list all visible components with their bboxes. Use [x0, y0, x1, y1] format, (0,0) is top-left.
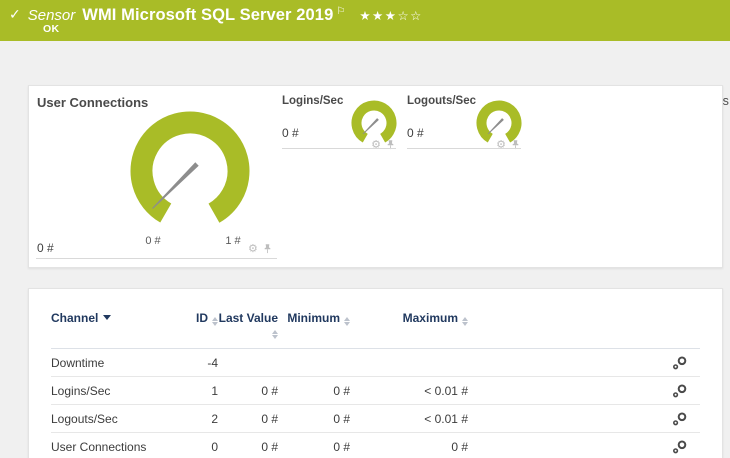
cell-channel[interactable]: Logins/Sec: [51, 384, 186, 398]
col-maximum[interactable]: Maximum: [350, 312, 468, 326]
channel-settings-icon[interactable]: [672, 384, 688, 398]
main-gauge-title: User Connections: [37, 95, 149, 110]
table-row[interactable]: Downtime -4: [51, 349, 700, 377]
cell-maximum: 0 #: [451, 439, 468, 454]
sort-icon: [272, 330, 278, 339]
cell-id: -4: [207, 355, 218, 370]
gauge-needle: [487, 118, 504, 135]
col-last-value[interactable]: Last Value: [218, 312, 278, 339]
cell-last-value: 0 #: [261, 411, 278, 426]
logins-gauge-group: Logins/Sec 0 # ⚙: [282, 95, 397, 155]
cell-channel[interactable]: Downtime: [51, 356, 186, 370]
main-gauge-value: 0 #: [37, 241, 54, 255]
cell-channel[interactable]: Logouts/Sec: [51, 412, 186, 426]
gauge-needle: [152, 162, 199, 209]
prtg-sensor-page: ✓ Sensor WMI Microsoft SQL Server 2019 ⚐…: [0, 0, 730, 458]
table-row[interactable]: Logins/Sec 1 0 # 0 # < 0.01 #: [51, 377, 700, 405]
channel-settings-icon[interactable]: [672, 356, 688, 370]
logouts-gauge-group: Logouts/Sec 0 # ⚙: [407, 95, 522, 155]
gauge-scale-max: 1 #: [225, 235, 241, 247]
logouts-gauge-title: Logouts/Sec: [407, 95, 477, 107]
ok-check-icon: ✓: [9, 7, 21, 23]
pin-icon[interactable]: [263, 243, 272, 254]
cell-channel[interactable]: User Connections: [51, 440, 186, 454]
logouts-gauge-value: 0 #: [407, 126, 424, 140]
channel-table-header: Channel ID Last Value Minimum Maximum: [51, 312, 700, 349]
channel-settings-icon[interactable]: [672, 412, 688, 426]
channels-panel: Channel ID Last Value Minimum Maximum Do…: [28, 288, 723, 458]
cell-id: 0: [211, 439, 218, 454]
gauge-settings-icon[interactable]: ⚙: [248, 243, 258, 254]
gauge-needle: [362, 118, 379, 135]
col-id[interactable]: ID: [186, 312, 218, 326]
flag-icon[interactable]: ⚐: [336, 6, 345, 17]
user-connections-gauge: [130, 111, 250, 231]
priority-stars[interactable]: ★★★☆☆: [359, 8, 423, 23]
sort-desc-icon: [103, 315, 112, 320]
sensor-title: WMI Microsoft SQL Server 2019: [82, 6, 334, 24]
gauge-scale-min: 0 #: [145, 235, 161, 247]
tab-bar: Overview Live Data 2 days 30 days 365 da…: [0, 41, 730, 119]
cell-minimum: 0 #: [333, 439, 350, 454]
cell-maximum: < 0.01 #: [424, 383, 468, 398]
cell-minimum: 0 #: [333, 383, 350, 398]
channel-settings-icon[interactable]: [672, 440, 688, 454]
sort-icon: [462, 317, 468, 326]
cell-last-value: 0 #: [261, 439, 278, 454]
cell-minimum: 0 #: [333, 411, 350, 426]
col-minimum[interactable]: Minimum: [278, 312, 350, 326]
table-row[interactable]: Logouts/Sec 2 0 # 0 # < 0.01 #: [51, 405, 700, 433]
logins-gauge-title: Logins/Sec: [282, 95, 344, 107]
cell-last-value: 0 #: [261, 383, 278, 398]
table-row[interactable]: User Connections 0 0 # 0 # 0 #: [51, 433, 700, 458]
divider: [282, 148, 396, 149]
gauges-panel: User Connections 0 # 1 # 0 # ⚙ Logins/Se…: [28, 85, 723, 268]
logins-gauge-value: 0 #: [282, 126, 299, 140]
sensor-status-bar: ✓ Sensor WMI Microsoft SQL Server 2019 ⚐…: [0, 0, 730, 41]
sensor-status-text: OK: [43, 23, 60, 35]
object-kind-label: Sensor: [27, 7, 76, 24]
divider: [407, 148, 521, 149]
col-channel[interactable]: Channel: [51, 312, 186, 325]
divider: [36, 258, 277, 259]
cell-id: 2: [211, 411, 218, 426]
main-gauge-actions: ⚙: [248, 243, 272, 254]
cell-maximum: < 0.01 #: [424, 411, 468, 426]
cell-id: 1: [211, 383, 218, 398]
